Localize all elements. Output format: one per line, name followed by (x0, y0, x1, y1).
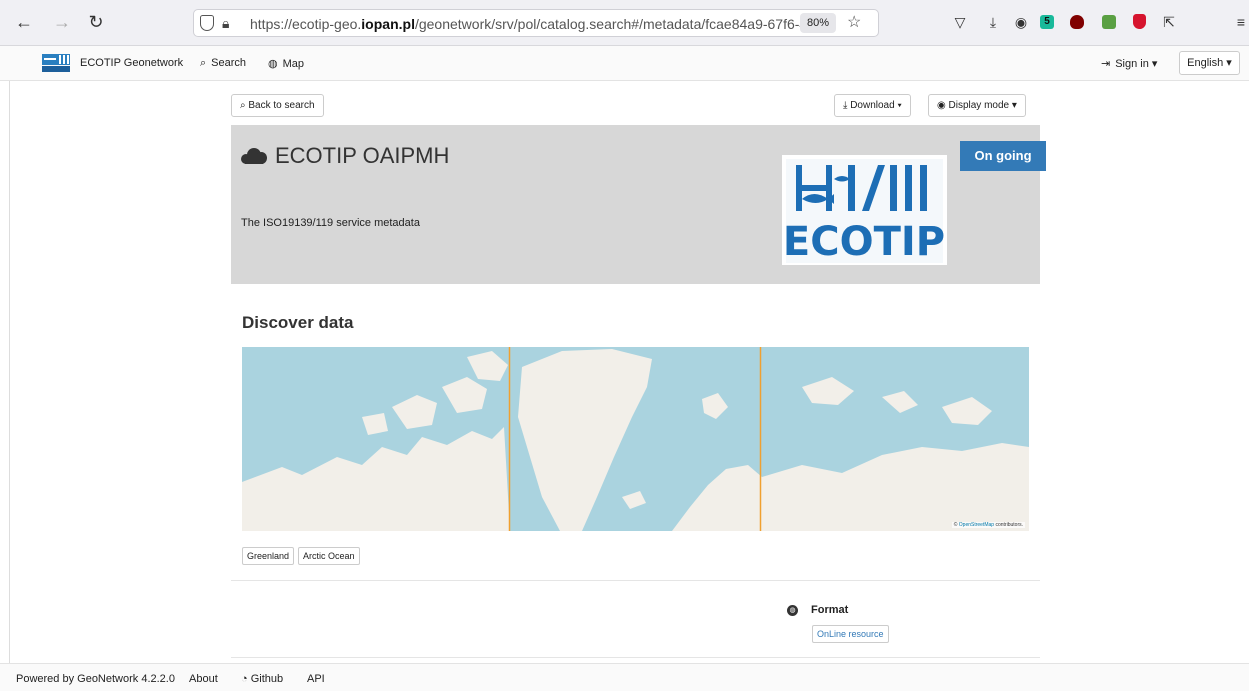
search-icon: ⌕ (200, 57, 207, 69)
menu-icon[interactable]: ≡ (1232, 13, 1249, 31)
svg-text:ECOTIP: ECOTIP (783, 219, 945, 265)
powered-by-text[interactable]: Powered by GeoNetwork 4.2.2.0 (16, 673, 175, 685)
globe-icon: ◍ (787, 605, 798, 616)
about-link[interactable]: About (189, 673, 218, 685)
url-text[interactable]: https://ecotip-geo.iopan.pl/geonetwork/s… (250, 16, 800, 32)
section-divider (231, 580, 1040, 581)
record-title: ECOTIP OAIPMH (241, 143, 449, 169)
back-arrow-icon[interactable]: ← (14, 12, 34, 32)
globe-icon: ◍ (268, 58, 278, 70)
osm-link[interactable]: OpenStreetMap (959, 522, 994, 528)
nav-map[interactable]: ◍ Map (268, 57, 304, 70)
account-icon[interactable]: ◉ (1012, 13, 1030, 31)
format-label: Format (811, 604, 849, 616)
github-link[interactable]: ◔ Github (241, 673, 283, 685)
extension-5-icon[interactable]: 5 (1040, 15, 1054, 29)
brand-title[interactable]: ECOTIP Geonetwork (80, 57, 183, 69)
eye-icon: ◉ (937, 100, 946, 111)
status-badge: On going (960, 141, 1046, 171)
github-icon: ◔ (241, 673, 248, 685)
api-link[interactable]: API (307, 673, 325, 685)
caret-down-icon: ▾ (1151, 58, 1158, 70)
keyword-tag[interactable]: Arctic Ocean (298, 547, 360, 565)
back-to-search-button[interactable]: ⌕ Back to search (231, 94, 324, 117)
search-icon: ⌕ (240, 100, 246, 111)
record-abstract: The ISO19139/119 service metadata (241, 217, 420, 229)
forward-arrow-icon[interactable]: → (52, 12, 72, 32)
sign-in-button[interactable]: ⇥ Sign in ▾ (1101, 57, 1157, 70)
app-header: ECOTIP Geonetwork ⌕ Search ◍ Map ⇥ Sign in … (0, 46, 1249, 81)
language-select[interactable]: English ▾ (1179, 51, 1240, 75)
lock-icon[interactable]: 🔒︎ (222, 15, 229, 32)
footer: Powered by GeoNetwork 4.2.2.0 About ◔ Gi… (0, 663, 1249, 691)
extension-green-icon[interactable] (1102, 15, 1116, 29)
download-icon[interactable]: ⤓ (984, 13, 1002, 31)
section-divider (231, 657, 1040, 658)
cloud-icon (241, 148, 267, 164)
keyword-tag[interactable]: Greenland (242, 547, 295, 565)
browser-toolbar: ← → ↻ 🔒︎ https://ecotip-geo.iopan.pl/geo… (0, 0, 1249, 46)
download-icon: ⤓ (843, 100, 848, 111)
reload-icon[interactable]: ↻ (86, 12, 106, 32)
map-attribution: © OpenStreetMap contributors. (951, 522, 1025, 528)
ecotip-logo-icon[interactable] (42, 54, 70, 72)
zoom-level[interactable]: 80% (800, 13, 836, 33)
privacy-badger-icon[interactable] (1133, 14, 1146, 29)
caret-down-icon: ▾ (1011, 100, 1017, 111)
caret-down-icon: ▾ (897, 100, 902, 111)
address-bar[interactable]: 🔒︎ https://ecotip-geo.iopan.pl/geonetwor… (193, 9, 879, 37)
online-resource-link[interactable]: OnLine resource (812, 625, 889, 643)
nav-search[interactable]: ⌕ Search (200, 57, 246, 70)
download-button[interactable]: ⤓ Download ▾ (834, 94, 911, 117)
ecotip-logo-image: ECOTIP (782, 155, 947, 265)
keyword-list: Greenland Arctic Ocean (242, 547, 360, 565)
discover-data-title: Discover data (242, 313, 354, 332)
extent-map[interactable]: © OpenStreetMap contributors. (242, 347, 1029, 531)
sign-in-icon: ⇥ (1101, 58, 1111, 70)
caret-down-icon: ▾ (1226, 57, 1232, 69)
share-icon[interactable]: ⇱ (1160, 13, 1178, 31)
page-border (9, 81, 10, 663)
pocket-icon[interactable]: ▽ (951, 13, 969, 31)
ublock-icon[interactable] (1070, 15, 1084, 29)
display-mode-button[interactable]: ◉ Display mode ▾ (928, 94, 1026, 117)
bookmark-star-icon[interactable]: ☆ (847, 12, 861, 32)
tracking-shield-icon[interactable] (200, 15, 214, 31)
record-header: ECOTIP OAIPMH The ISO19139/119 service m… (231, 125, 1040, 284)
